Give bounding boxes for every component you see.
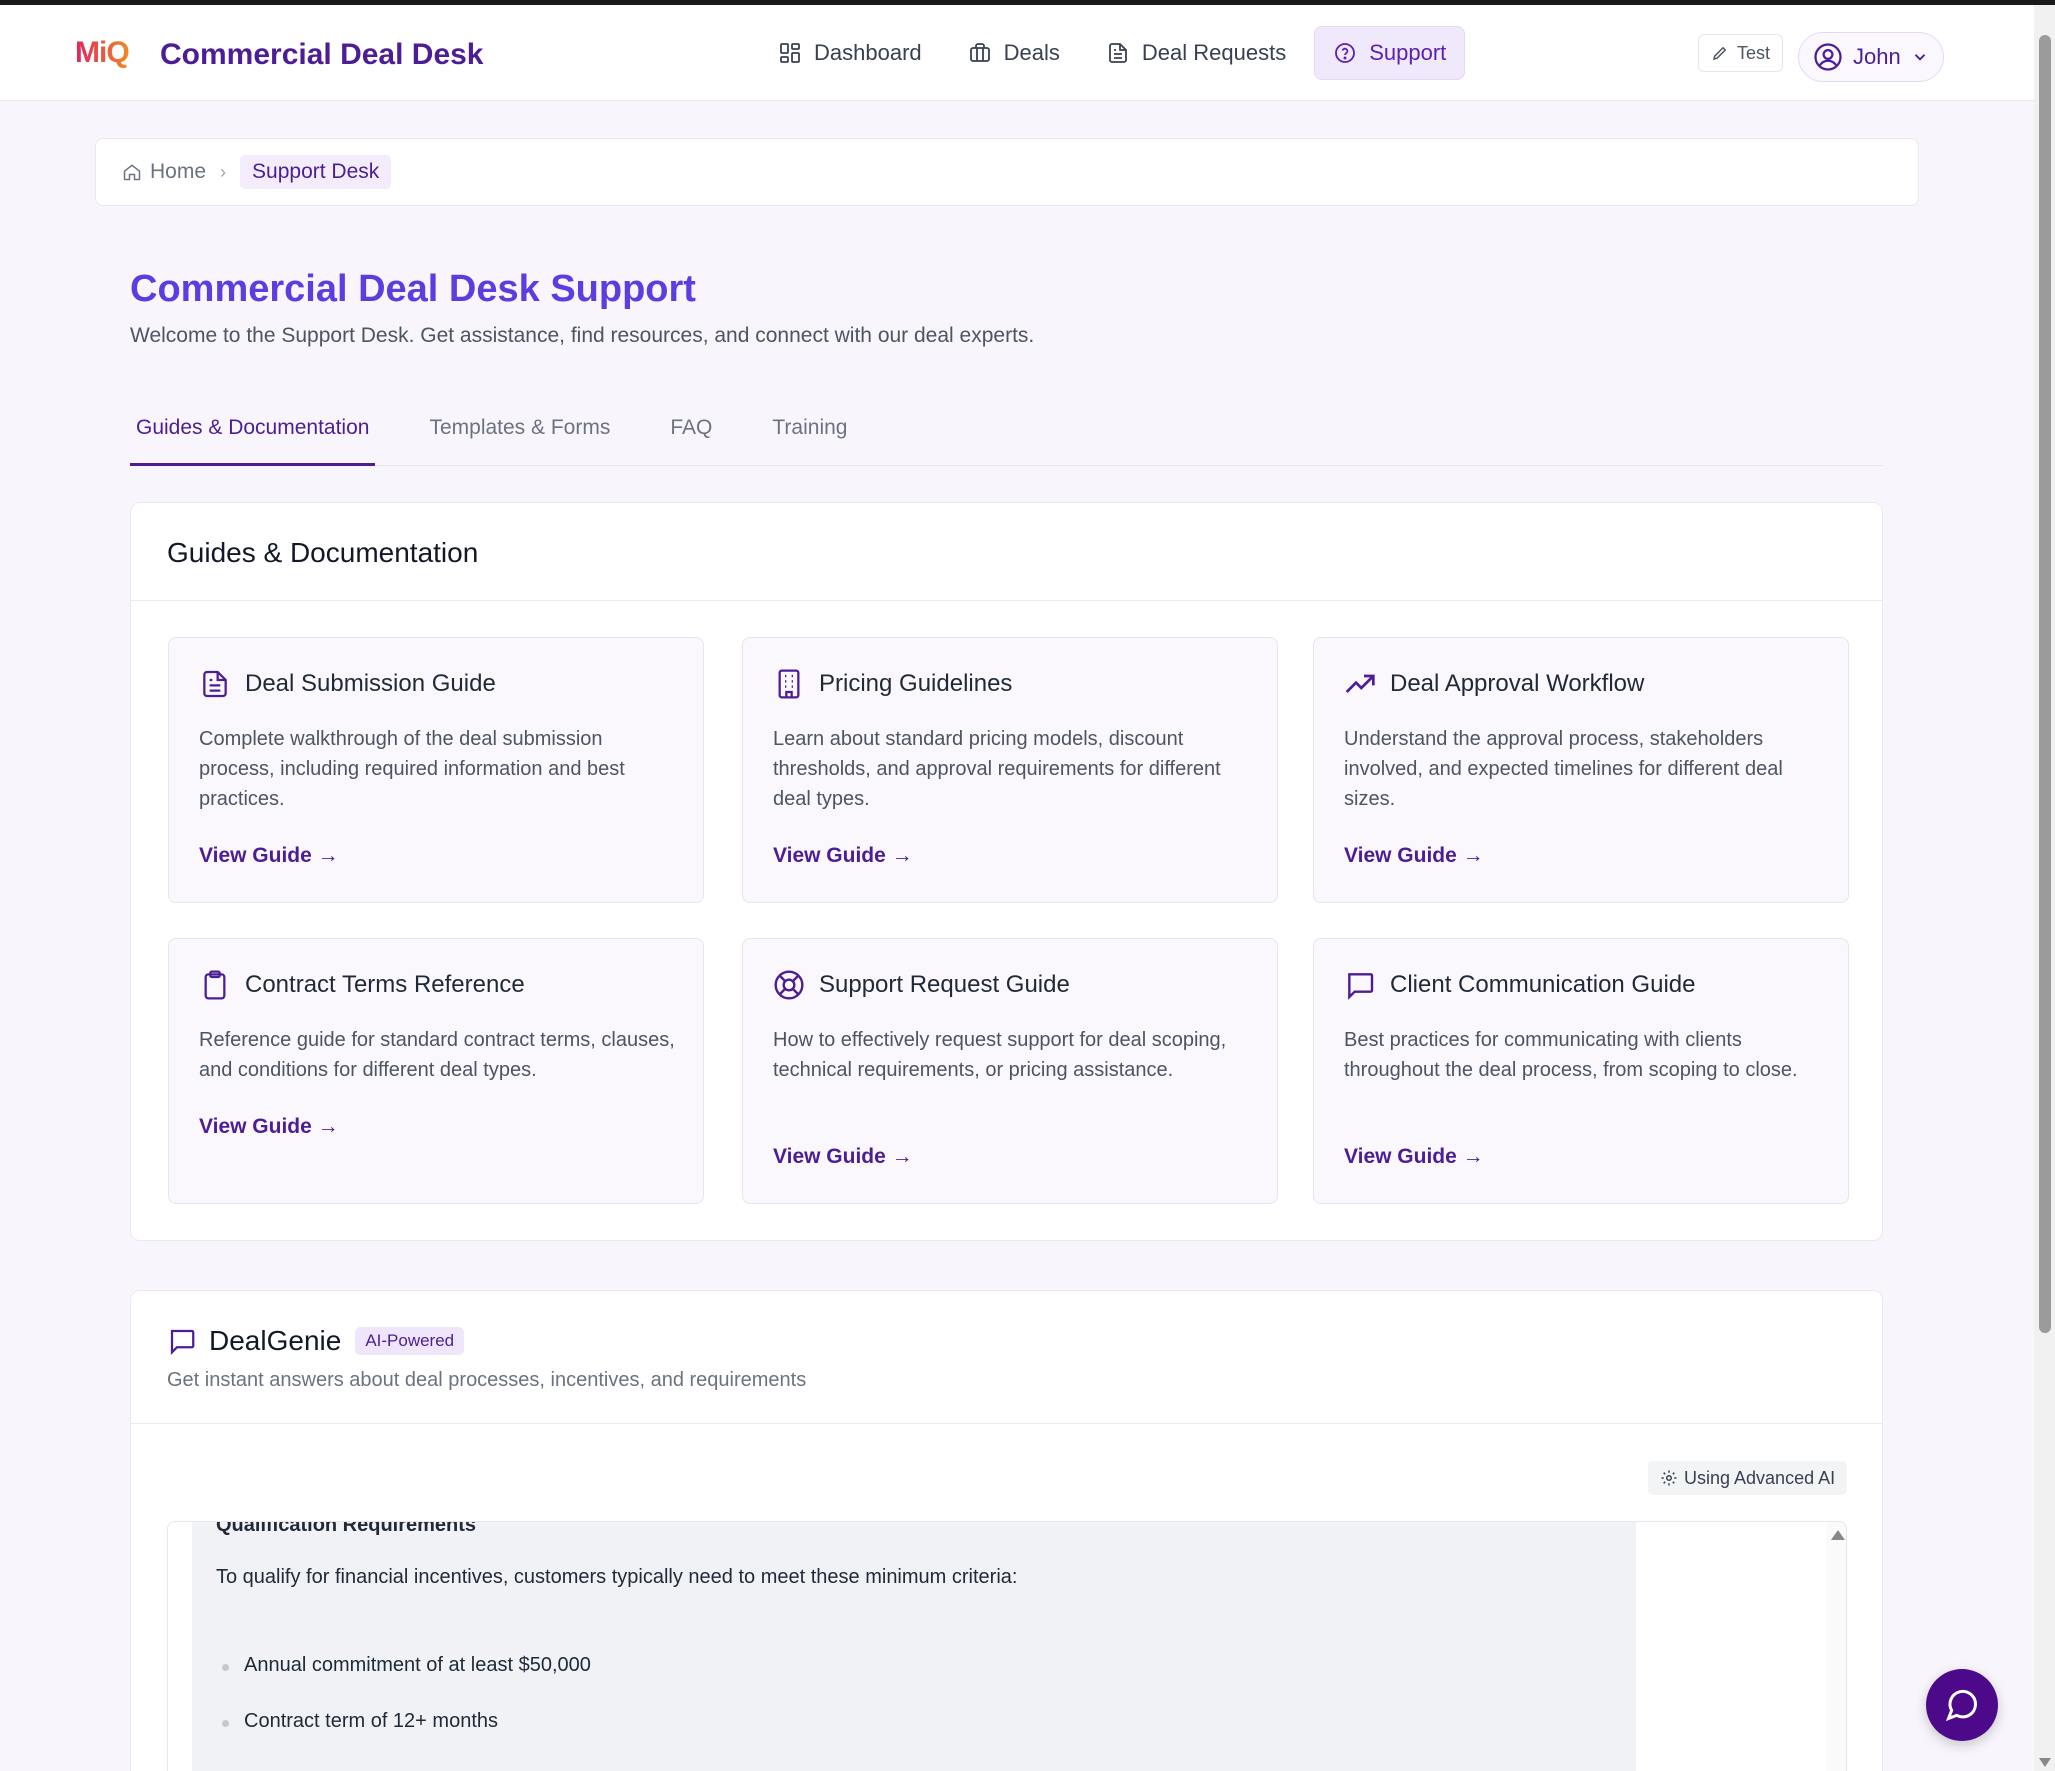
page-subtitle: Welcome to the Support Desk. Get assista… [130, 324, 1035, 347]
dealgenie-header: DealGenie AI-Powered [167, 1325, 465, 1357]
floating-chat-button[interactable] [1926, 1669, 1998, 1741]
home-icon [123, 164, 141, 181]
card-title: Support Request Guide [819, 971, 1070, 998]
main-nav: Dashboard Deals Deal Requests Support [760, 26, 1466, 80]
nav-dashboard-label: Dashboard [814, 40, 922, 65]
pencil-icon [1712, 46, 1727, 61]
card-description: Reference guide for standard contract te… [199, 1029, 675, 1081]
panel-divider [131, 600, 1882, 601]
assistant-message: Qualification Requirements To qualify fo… [192, 1522, 1636, 1771]
test-button-label: Test [1737, 42, 1771, 63]
scroll-up-arrow-icon[interactable] [1831, 1530, 1845, 1540]
message-paragraph: To qualify for financial incentives, cus… [216, 1566, 1018, 1588]
panel-divider [131, 1423, 1882, 1424]
guide-card-deal-approval[interactable]: Deal Approval Workflow Understand the ap… [1313, 637, 1849, 903]
view-guide-link[interactable]: View Guide → [199, 1115, 339, 1139]
card-description: Understand the approval process, stakeho… [1344, 728, 1783, 810]
card-title: Deal Approval Workflow [1390, 670, 1645, 697]
view-guide-link[interactable]: View Guide → [1344, 844, 1484, 868]
chat-messages-area[interactable]: Qualification Requirements To qualify fo… [167, 1521, 1847, 1771]
user-circle-icon [1814, 43, 1842, 71]
user-name: John [1853, 44, 1901, 69]
tab-templates-forms[interactable]: Templates & Forms [423, 400, 616, 466]
dealgenie-title: DealGenie [209, 1325, 342, 1356]
tab-training[interactable]: Training [766, 400, 853, 466]
building-icon [778, 669, 800, 699]
trending-up-icon [1345, 674, 1375, 693]
nav-deals[interactable]: Deals [950, 26, 1078, 80]
test-button[interactable]: Test [1698, 34, 1784, 72]
breadcrumb-current: Support Desk [240, 155, 392, 189]
chat-bubble-icon [1945, 1689, 1978, 1722]
chevron-down-icon [1914, 54, 1925, 61]
advanced-ai-label: Using Advanced AI [1684, 1467, 1836, 1488]
card-header: Pricing Guidelines [773, 668, 1012, 700]
card-description: Complete walkthrough of the deal submiss… [199, 728, 625, 810]
document-icon [1108, 43, 1127, 63]
nav-support-label: Support [1369, 40, 1447, 65]
nav-dashboard[interactable]: Dashboard [760, 26, 940, 80]
tab-guides-documentation[interactable]: Guides & Documentation [130, 400, 376, 466]
view-guide-link[interactable]: View Guide → [199, 844, 339, 868]
guide-card-pricing-guidelines[interactable]: Pricing Guidelines Learn about standard … [742, 637, 1278, 903]
guide-card-client-communication[interactable]: Client Communication Guide Best practice… [1313, 938, 1849, 1204]
user-menu-button[interactable]: John [1798, 32, 1944, 82]
guides-panel: Guides & Documentation Deal Submission G… [130, 502, 1883, 1241]
card-header: Deal Submission Guide [199, 668, 496, 700]
page-scrollbar[interactable] [2034, 5, 2055, 1771]
card-description: Best practices for communicating with cl… [1344, 1029, 1798, 1081]
advanced-ai-indicator[interactable]: Using Advanced AI [1648, 1461, 1848, 1495]
nav-deal-requests[interactable]: Deal Requests [1088, 26, 1304, 80]
dealgenie-subtitle: Get instant answers about deal processes… [167, 1369, 807, 1391]
card-description: How to effectively request support for d… [773, 1029, 1227, 1081]
chat-bubble-icon [170, 1329, 195, 1355]
view-guide-link[interactable]: View Guide → [773, 844, 913, 868]
card-description: Learn about standard pricing models, dis… [773, 728, 1221, 810]
card-header: Support Request Guide [773, 969, 1070, 1001]
document-icon [203, 670, 227, 698]
gear-icon [1661, 1470, 1677, 1486]
nav-deal-requests-label: Deal Requests [1141, 40, 1287, 65]
dealgenie-panel: DealGenie AI-Powered Get instant answers… [130, 1290, 1883, 1771]
support-tabs: Guides & Documentation Templates & Forms… [130, 400, 1883, 466]
help-circle-icon [1335, 43, 1356, 63]
guide-card-deal-submission[interactable]: Deal Submission Guide Complete walkthrou… [168, 637, 704, 903]
ai-powered-badge: AI-Powered [355, 1327, 465, 1355]
top-navigation-bar: MiQ Commercial Deal Desk Dashboard Deals… [0, 5, 2034, 101]
chat-bubble-icon [1348, 973, 1374, 1000]
scroll-down-arrow-icon[interactable] [2039, 1758, 2051, 1767]
guides-panel-title: Guides & Documentation [167, 537, 479, 568]
card-title: Contract Terms Reference [245, 971, 525, 998]
chat-scrollbar[interactable] [1826, 1522, 1846, 1771]
breadcrumb: Home › Support Desk [95, 138, 1919, 206]
page-title: Commercial Deal Desk Support [130, 268, 696, 310]
breadcrumb-home[interactable]: Home [122, 160, 206, 184]
message-heading: Qualification Requirements [216, 1521, 477, 1536]
briefcase-icon [969, 43, 990, 62]
card-header: Contract Terms Reference [199, 969, 525, 1001]
list-item: Contract term of 12+ months [221, 1710, 499, 1732]
view-guide-link[interactable]: View Guide → [1344, 1145, 1484, 1169]
dashboard-grid-icon [780, 43, 800, 63]
card-title: Client Communication Guide [1390, 971, 1696, 998]
card-title: Pricing Guidelines [819, 670, 1013, 697]
guide-card-contract-terms[interactable]: Contract Terms Reference Reference guide… [168, 938, 704, 1204]
breadcrumb-separator-icon: › [220, 161, 227, 182]
list-item: Annual commitment of at least $50,000 [222, 1654, 591, 1676]
miq-logo[interactable]: MiQ [75, 36, 130, 70]
nav-support[interactable]: Support [1314, 26, 1466, 80]
app-title[interactable]: Commercial Deal Desk [160, 38, 484, 72]
guide-card-support-request[interactable]: Support Request Guide How to effectively… [742, 938, 1278, 1204]
clipboard-icon [204, 970, 226, 1000]
card-header: Deal Approval Workflow [1344, 668, 1644, 700]
tab-faq[interactable]: FAQ [664, 400, 718, 466]
card-header: Client Communication Guide [1344, 969, 1695, 1001]
lifebuoy-icon [774, 970, 804, 1000]
scrollbar-thumb[interactable] [2039, 35, 2051, 1333]
card-title: Deal Submission Guide [245, 670, 496, 697]
view-guide-link[interactable]: View Guide → [773, 1145, 913, 1169]
breadcrumb-home-label: Home [150, 160, 207, 183]
nav-deals-label: Deals [1003, 40, 1060, 65]
